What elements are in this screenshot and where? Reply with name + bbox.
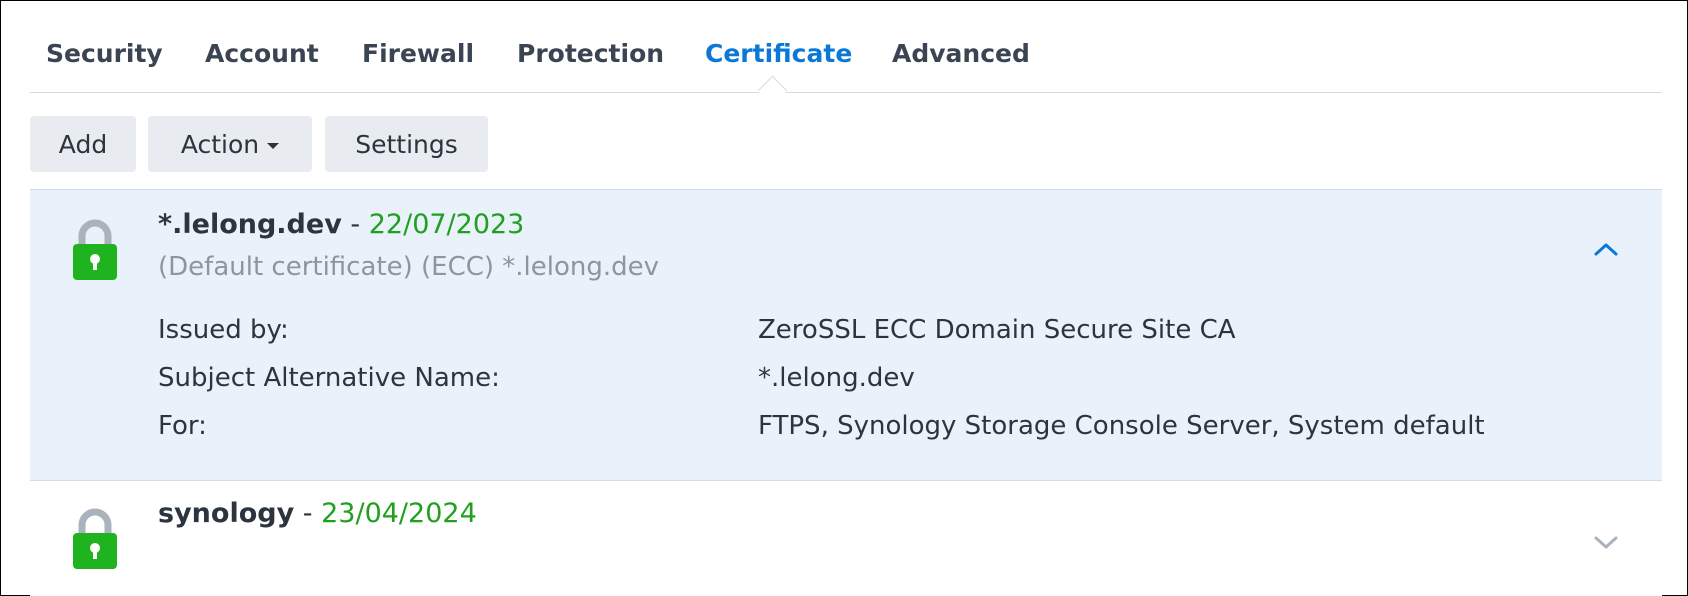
certificate-name: synology [158,498,295,529]
certificate-name: *.lelong.dev [158,209,342,240]
caret-down-icon [267,143,280,149]
certificate-title: *.lelong.dev - 22/07/2023 [158,208,524,242]
action-dropdown-button[interactable]: Action [148,116,312,172]
tab-bar: Security Account Firewall Protection Cer… [30,38,1662,93]
tab-certificate[interactable]: Certificate [705,38,852,70]
certificate-title: synology - 23/04/2024 [158,497,477,531]
chevron-up-icon[interactable] [1592,240,1620,258]
tab-security[interactable]: Security [46,38,163,70]
certificate-expiry-date: 22/07/2023 [368,209,525,240]
tab-account[interactable]: Account [205,38,319,70]
certificate-subtitle: (Default certificate) (ECC) *.lelong.dev [158,252,660,282]
add-button[interactable]: Add [30,116,136,172]
tab-firewall[interactable]: Firewall [362,38,474,70]
action-button-label: Action [180,129,260,159]
add-button-label: Add [58,129,108,159]
settings-button[interactable]: Settings [325,116,488,172]
chevron-down-icon[interactable] [1592,533,1620,551]
title-separator: - [302,498,313,529]
tab-protection[interactable]: Protection [517,38,664,70]
detail-value-issued-by: ZeroSSL ECC Domain Secure Site CA [758,315,1236,345]
detail-label-issued-by: Issued by: [158,315,289,345]
detail-label-for: For: [158,411,207,441]
certificate-item[interactable]: *.lelong.dev - 22/07/2023 (Default certi… [30,189,1662,481]
detail-value-for: FTPS, Synology Storage Console Server, S… [758,411,1485,441]
lock-icon [73,508,117,569]
lock-icon [73,219,117,280]
title-separator: - [350,209,361,240]
detail-label-san: Subject Alternative Name: [158,363,500,393]
settings-button-label: Settings [355,129,458,159]
certificate-expiry-date: 23/04/2024 [321,498,477,529]
tab-advanced[interactable]: Advanced [892,38,1030,70]
detail-value-san: *.lelong.dev [758,363,915,393]
certificate-item[interactable]: synology - 23/04/2024 [30,481,1662,596]
